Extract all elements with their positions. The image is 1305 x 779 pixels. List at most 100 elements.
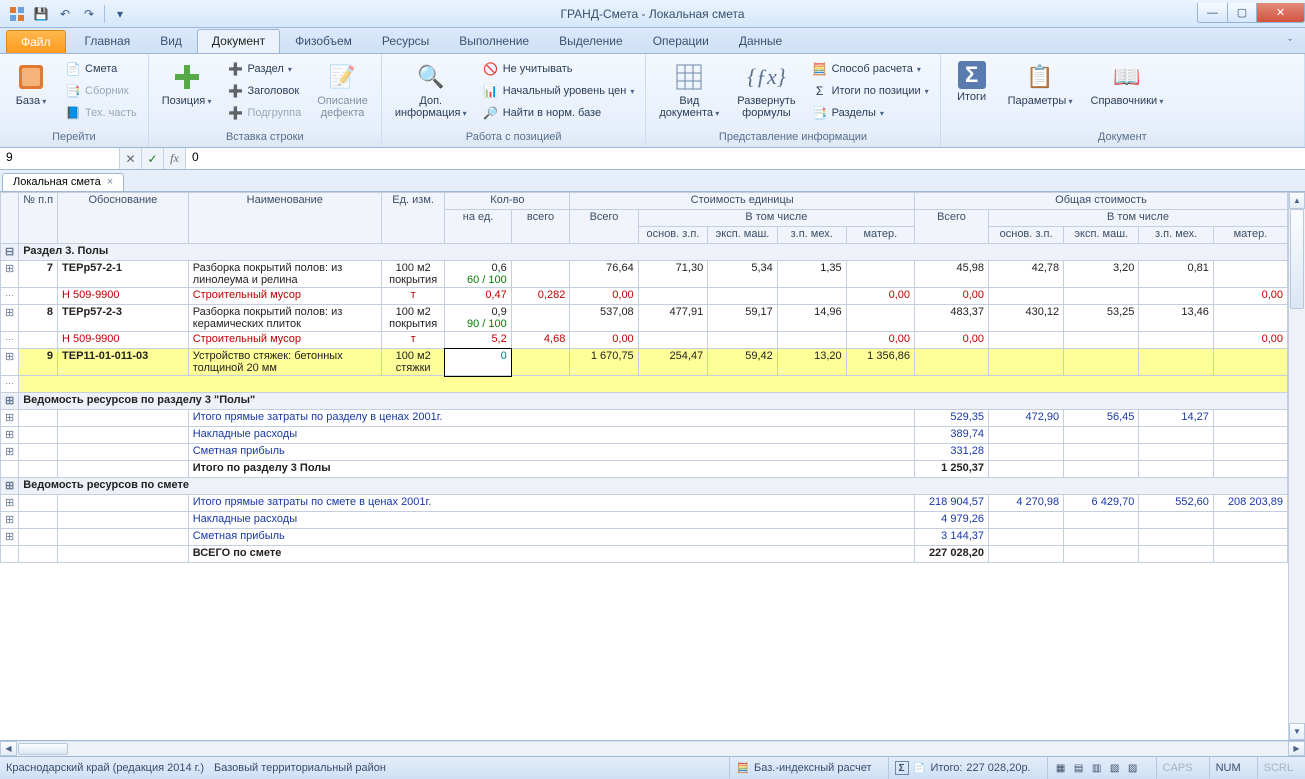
view4-icon[interactable]: ▧: [1108, 761, 1122, 775]
ribbon-minimize-icon[interactable]: ˇ: [1283, 35, 1297, 53]
section-row[interactable]: Раздел 3. Полы: [1, 244, 1288, 261]
itogi-button[interactable]: Σ Итоги: [947, 58, 997, 106]
view3-icon[interactable]: ▥: [1090, 761, 1104, 775]
smeta-button[interactable]: 📄Смета: [60, 58, 142, 80]
view1-icon[interactable]: ▦: [1054, 761, 1068, 775]
razdely-button[interactable]: 📑Разделы: [807, 102, 934, 124]
status-zone[interactable]: Базовый территориальный район: [214, 762, 386, 774]
data-row-selected[interactable]: 9 ТЕР11-01-011-03 Устройство стяжек: бет…: [1, 349, 1288, 376]
scroll-thumb-h[interactable]: [18, 743, 68, 755]
formula-bar: 9 ✕ ✓ fx 0: [0, 148, 1305, 170]
save-icon[interactable]: 💾: [30, 4, 52, 24]
cell-reference[interactable]: 9: [0, 148, 120, 169]
tab-document[interactable]: Документ: [197, 29, 280, 53]
grid[interactable]: № п.п Обоснование Наименование Ед. изм. …: [0, 192, 1305, 741]
tab-ops[interactable]: Операции: [638, 29, 724, 53]
qat-customize-icon[interactable]: ▾: [109, 4, 131, 24]
tab-data[interactable]: Данные: [724, 29, 797, 53]
razdel-button[interactable]: ➕Раздел: [222, 58, 306, 80]
col-obj[interactable]: Обоснование: [58, 193, 189, 244]
summary-section[interactable]: Ведомость ресурсов по разделу 3 "Полы": [1, 393, 1288, 410]
tab-resources[interactable]: Ресурсы: [367, 29, 444, 53]
expand-icon[interactable]: [1, 393, 19, 410]
data-row-res[interactable]: Н 509-9900 Строительный мусор т 0,47 0,2…: [1, 288, 1288, 305]
scroll-up-icon[interactable]: ▲: [1289, 192, 1305, 209]
group-label-doc: Документ: [941, 131, 1304, 147]
cancel-edit-icon[interactable]: ✕: [120, 148, 142, 169]
col-num[interactable]: № п.п: [19, 193, 58, 244]
summary-section[interactable]: Ведомость ресурсов по смете: [1, 478, 1288, 495]
sigma-badge-icon: Σ: [895, 761, 909, 775]
col-unit[interactable]: Ед. изм.: [381, 193, 445, 244]
calc-mode-icon: 🧮: [736, 761, 750, 775]
view2-icon[interactable]: ▤: [1072, 761, 1086, 775]
base-button[interactable]: База: [6, 58, 56, 111]
group-label-insert: Вставка строки: [149, 131, 381, 147]
sprav-button[interactable]: 📖 Справочники: [1084, 58, 1171, 111]
calc-icon: 🧮: [812, 61, 828, 77]
maximize-button[interactable]: ▢: [1227, 3, 1257, 23]
summary-row-total[interactable]: Итого по разделу 3 Полы1 250,37: [1, 461, 1288, 478]
summary-row[interactable]: Накладные расходы4 979,26: [1, 512, 1288, 529]
data-row-res[interactable]: Н 509-9900 Строительный мусор т 5,2 4,68…: [1, 332, 1288, 349]
col-name[interactable]: Наименование: [188, 193, 381, 244]
fx-button[interactable]: fx: [164, 148, 186, 169]
summary-row[interactable]: Сметная прибыль3 144,37: [1, 529, 1288, 546]
scroll-left-icon[interactable]: ◀: [0, 741, 17, 756]
neuchit-button[interactable]: 🚫Не учитывать: [478, 58, 640, 80]
najti-button[interactable]: 🔎Найти в норм. базе: [478, 102, 640, 124]
summary-row[interactable]: Накладные расходы389,74: [1, 427, 1288, 444]
formula-value[interactable]: 0: [186, 148, 1305, 169]
horizontal-scrollbar[interactable]: ◀ ▶: [0, 741, 1305, 757]
tab-select[interactable]: Выделение: [544, 29, 638, 53]
view5-icon[interactable]: ▨: [1126, 761, 1140, 775]
expand-icon[interactable]: [1, 478, 19, 495]
close-doc-icon[interactable]: ×: [107, 176, 113, 188]
col-total[interactable]: Общая стоимость: [915, 193, 1288, 210]
scroll-down-icon[interactable]: ▼: [1289, 723, 1305, 740]
status-calc[interactable]: 🧮Баз.-индексный расчет: [729, 757, 877, 779]
tab-home[interactable]: Главная: [70, 29, 146, 53]
razvform-button[interactable]: {ƒx} Развернуть формулы: [730, 58, 802, 122]
viddok-button[interactable]: Вид документа: [652, 58, 726, 123]
data-row[interactable]: 8 ТЕРр57-2-3 Разборка покрытий полов: из…: [1, 305, 1288, 332]
minimize-button[interactable]: —: [1197, 3, 1227, 23]
confirm-edit-icon[interactable]: ✓: [142, 148, 164, 169]
data-row[interactable]: 7 ТЕРр57-2-1 Разборка покрытий полов: из…: [1, 261, 1288, 288]
sposob-button[interactable]: 🧮Способ расчета: [807, 58, 934, 80]
doc-icon: 📄: [913, 761, 927, 775]
position-button[interactable]: Позиция: [155, 58, 219, 111]
status-total[interactable]: Σ📄Итого: 227 028,20р.: [888, 757, 1037, 779]
tab-view[interactable]: Вид: [145, 29, 197, 53]
summary-row[interactable]: Сметная прибыль331,28: [1, 444, 1288, 461]
scroll-right-icon[interactable]: ▶: [1288, 741, 1305, 756]
expand-icon[interactable]: [1, 261, 19, 288]
file-tab[interactable]: Файл: [6, 30, 66, 53]
summary-row-total[interactable]: ВСЕГО по смете227 028,20: [1, 546, 1288, 563]
tab-exec[interactable]: Выполнение: [444, 29, 544, 53]
vertical-scrollbar[interactable]: ▲ ▼: [1288, 192, 1305, 740]
scroll-thumb[interactable]: [1290, 209, 1304, 309]
expand-icon[interactable]: [1, 349, 19, 376]
doc-tab-local[interactable]: Локальная смета ×: [2, 173, 124, 191]
qat-app-icon[interactable]: [6, 4, 28, 24]
redo-icon[interactable]: ↷: [78, 4, 100, 24]
summary-row[interactable]: Итого прямые затраты по разделу в ценах …: [1, 410, 1288, 427]
nachur-button[interactable]: 📊Начальный уровень цен: [478, 80, 640, 102]
col-qty[interactable]: Кол-во: [445, 193, 570, 210]
summary-row[interactable]: Итого прямые затраты по смете в ценах 20…: [1, 495, 1288, 512]
close-button[interactable]: ✕: [1257, 3, 1305, 23]
param-button[interactable]: 📋 Параметры: [1001, 58, 1080, 111]
dopinfo-button[interactable]: 🔍 Доп. информация: [388, 58, 474, 123]
ribbon-group-doc: Σ Итоги 📋 Параметры 📖 Справочники Докуме…: [941, 54, 1305, 147]
grid-icon: [673, 61, 705, 93]
data-row-selected-sub[interactable]: [1, 376, 1288, 393]
undo-icon[interactable]: ↶: [54, 4, 76, 24]
expand-icon[interactable]: [1, 305, 19, 332]
col-unitcost[interactable]: Стоимость единицы: [570, 193, 915, 210]
collapse-icon[interactable]: [1, 244, 19, 261]
tab-physvol[interactable]: Физобъем: [280, 29, 367, 53]
status-region[interactable]: Краснодарский край (редакция 2014 г.): [6, 762, 204, 774]
itogipos-button[interactable]: ΣИтоги по позиции: [807, 80, 934, 102]
zagolovok-button[interactable]: ➕Заголовок: [222, 80, 306, 102]
